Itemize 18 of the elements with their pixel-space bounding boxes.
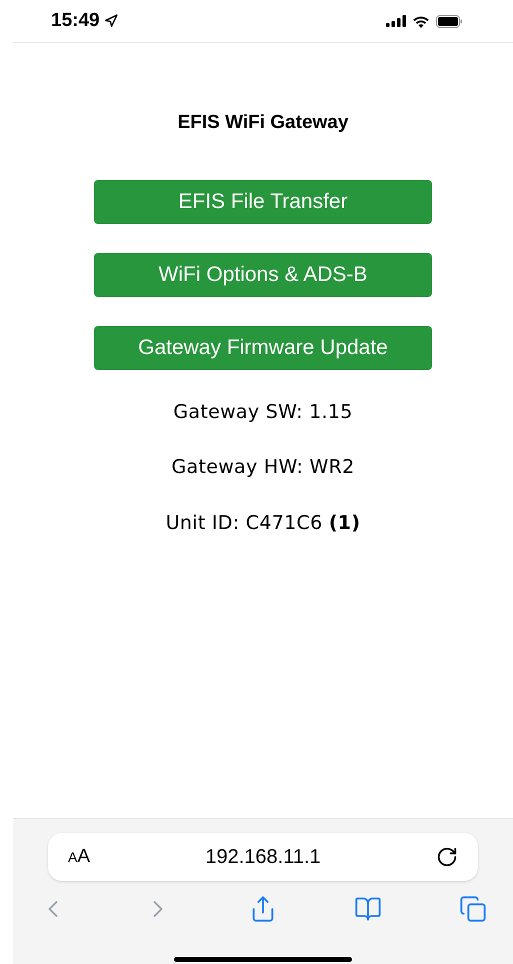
info-text: Gateway SW: 1.15 <box>173 400 353 424</box>
tabs-icon[interactable] <box>459 895 487 923</box>
address-bar[interactable]: AA 192.168.11.1 <box>48 833 478 881</box>
wifi-icon <box>412 14 430 28</box>
status-time: 15:49 <box>51 8 100 33</box>
info-text: Gateway HW: WR2 <box>172 455 354 480</box>
location-arrow-icon <box>104 14 118 28</box>
info-text: Unit ID: C471C6 (1) <box>166 510 360 536</box>
text-size-button[interactable]: AA <box>68 842 90 872</box>
reload-icon[interactable] <box>436 846 458 868</box>
book-icon[interactable] <box>354 895 382 923</box>
menu-button[interactable]: EFIS File Transfer <box>94 180 432 224</box>
page-title: EFIS WiFi Gateway <box>178 111 348 135</box>
menu-button[interactable]: WiFi Options & ADS-B <box>94 252 432 296</box>
battery-icon <box>436 14 463 28</box>
address-text: 192.168.11.1 <box>205 845 321 870</box>
signal-icon <box>386 15 406 27</box>
menu-button[interactable]: Gateway Firmware Update <box>94 326 432 370</box>
